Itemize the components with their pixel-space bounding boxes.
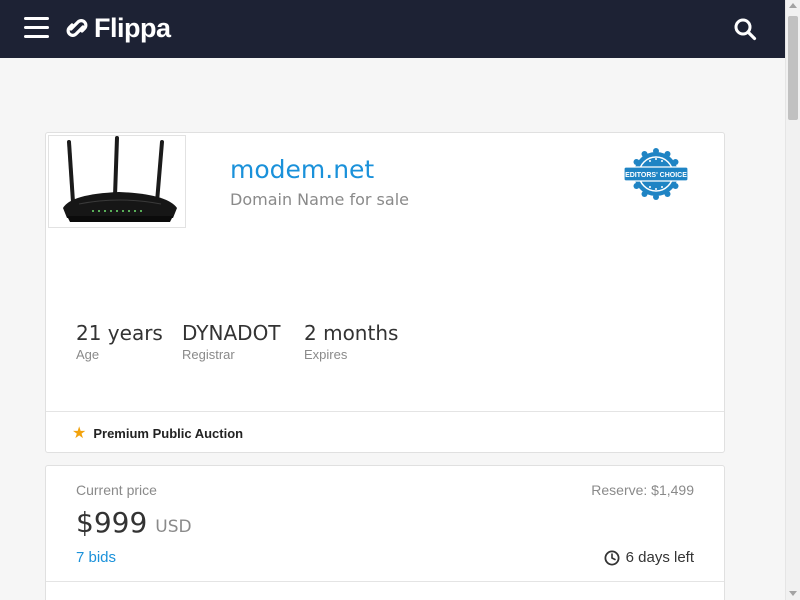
price-card: Current price Reserve: $1,499 $999 USD 7… [45,465,725,600]
scrollbar-thumb[interactable] [788,16,798,120]
stat-value: 2 months [304,321,399,345]
editors-choice-badge-icon: EDITORS' CHOICE [623,148,689,200]
time-left-text: 6 days left [625,549,694,566]
stat-label: Age [76,347,100,362]
bids-link[interactable]: 7 bids [76,549,116,566]
flippa-logo-icon [66,19,88,37]
stat-age: 21 years Age [76,321,163,362]
current-price: $999 [76,506,148,539]
star-icon: ★ [72,425,87,442]
badge-text: EDITORS' CHOICE [625,172,687,179]
router-image [49,136,185,227]
vertical-scrollbar[interactable] [785,0,800,600]
search-icon[interactable] [733,17,757,41]
page-viewport: Flippa modem.net Domain Name for sale ED… [0,0,785,600]
reserve-price: Reserve: $1,499 [591,482,694,498]
auction-type-row: ★ Premium Public Auction [72,423,243,443]
divider [46,581,724,582]
current-price-label: Current price [76,482,157,498]
stat-expires: 2 months Expires [304,321,398,362]
logo-text: Flippa [94,12,171,43]
listing-thumbnail[interactable] [48,135,186,228]
stat-label: Expires [304,347,348,362]
stat-label: Registrar [182,347,235,362]
price-row: $999 USD [76,506,192,539]
listing-card: modem.net Domain Name for sale EDITORS' … [45,132,725,453]
clock-icon [604,550,620,565]
stat-registrar: DYNADOT Registrar [182,321,281,362]
currency-code: USD [155,517,192,537]
top-navigation-bar: Flippa [0,0,785,58]
divider [46,411,724,412]
flippa-logo[interactable]: Flippa [64,12,171,44]
listing-title-link[interactable]: modem.net [230,155,374,184]
stat-value: 21 years [76,321,163,345]
hamburger-icon[interactable] [24,17,49,38]
scroll-down-arrow-icon[interactable] [789,591,797,596]
auction-type-label: Premium Public Auction [93,425,244,441]
time-left: 6 days left [604,549,694,566]
listing-subtitle: Domain Name for sale [230,190,409,209]
stat-value: DYNADOT [182,321,281,345]
scroll-up-arrow-icon[interactable] [789,3,797,8]
